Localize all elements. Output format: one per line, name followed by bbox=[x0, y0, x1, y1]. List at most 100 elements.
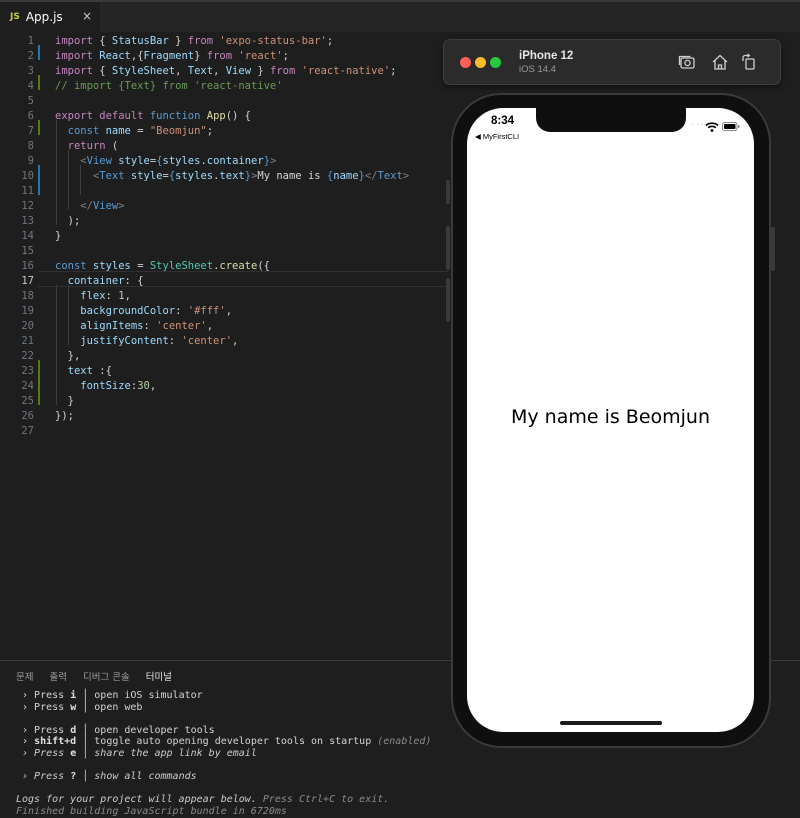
code-token: , bbox=[149, 380, 157, 392]
code-token: '#fff' bbox=[187, 305, 226, 317]
terminal-token: │ show all commands bbox=[76, 771, 197, 783]
code-token: import bbox=[55, 35, 93, 47]
line-number: 17 bbox=[21, 275, 34, 287]
code-token: const bbox=[55, 260, 87, 272]
zoom-window-button[interactable] bbox=[490, 57, 501, 68]
terminal-token: │ toggle auto opening developer tools on… bbox=[76, 736, 378, 748]
terminal-token: › Press bbox=[16, 701, 71, 713]
code-token: View bbox=[86, 155, 112, 167]
terminal-line: Logs for your project will appear below.… bbox=[16, 794, 800, 806]
tab-output[interactable]: 출력 bbox=[49, 669, 66, 683]
code-token: name bbox=[99, 125, 131, 137]
panel-tabs: 문제 출력 디버그 콘솔 터미널 bbox=[16, 669, 172, 683]
line-number: 27 bbox=[21, 425, 34, 437]
line-number: 16 bbox=[21, 260, 34, 272]
line-number: 13 bbox=[21, 215, 34, 227]
close-window-button[interactable] bbox=[460, 57, 471, 68]
code-token: { bbox=[92, 35, 112, 47]
tab-problems[interactable]: 문제 bbox=[16, 669, 33, 683]
code-token: from bbox=[206, 50, 233, 62]
code-token: } bbox=[55, 230, 62, 242]
wifi-icon bbox=[705, 122, 719, 132]
minimize-window-button[interactable] bbox=[475, 57, 486, 68]
code-token: name bbox=[333, 170, 359, 182]
editor-tab-bar: JS App.js × bbox=[0, 2, 800, 32]
code-token: text bbox=[55, 365, 93, 377]
tab-terminal[interactable]: 터미널 bbox=[146, 669, 172, 683]
code-token: default bbox=[92, 110, 144, 122]
code-token: { bbox=[92, 65, 112, 77]
code-token: 'center' bbox=[156, 320, 207, 332]
power-button bbox=[771, 227, 775, 271]
line-number: 3 bbox=[27, 65, 34, 77]
code-token: ( bbox=[105, 140, 119, 152]
code-text: fontSize:30, bbox=[55, 379, 156, 394]
line-number: 22 bbox=[21, 350, 34, 362]
code-token: :{ bbox=[92, 365, 112, 377]
code-token: text bbox=[219, 170, 245, 182]
tab-app-js[interactable]: JS App.js × bbox=[0, 2, 100, 32]
code-token: View bbox=[92, 200, 119, 212]
code-token: > bbox=[270, 155, 277, 167]
terminal-token: │ open iOS simulator bbox=[76, 690, 203, 701]
terminal-token: Finished building JavaScript bundle in 6… bbox=[16, 806, 287, 817]
home-icon[interactable] bbox=[711, 53, 729, 71]
line-number: 26 bbox=[21, 410, 34, 422]
close-icon[interactable]: × bbox=[82, 9, 92, 23]
code-text: import { StyleSheet, Text, View } from '… bbox=[55, 64, 396, 79]
code-token: App bbox=[200, 110, 226, 122]
line-number: 14 bbox=[21, 230, 34, 242]
back-to-app-link[interactable]: ◀ MyFirstCLI bbox=[475, 132, 519, 141]
code-text: backgroundColor: '#fff', bbox=[55, 304, 232, 319]
code-token: = bbox=[130, 125, 150, 137]
code-token: 30 bbox=[137, 380, 150, 392]
line-number: 9 bbox=[27, 155, 34, 167]
code-token: = bbox=[130, 260, 150, 272]
code-token: , bbox=[225, 305, 233, 317]
line-number: 21 bbox=[21, 335, 34, 347]
code-token: Text bbox=[99, 170, 125, 182]
code-text: justifyContent: 'center', bbox=[55, 334, 238, 349]
code-token: "Beomjun" bbox=[149, 125, 207, 137]
line-number: 1 bbox=[27, 35, 34, 47]
volume-down-button bbox=[446, 278, 450, 322]
code-token: : { bbox=[124, 275, 144, 287]
home-indicator[interactable] bbox=[560, 721, 662, 725]
screenshot-icon[interactable] bbox=[678, 53, 696, 71]
code-token: : bbox=[143, 320, 157, 332]
silent-switch bbox=[446, 180, 450, 204]
code-token: style bbox=[111, 155, 150, 167]
code-token: ,{ bbox=[130, 50, 144, 62]
code-text: </View> bbox=[55, 199, 124, 214]
code-token: from bbox=[270, 65, 296, 77]
code-token: : bbox=[175, 305, 188, 317]
code-token: } bbox=[194, 50, 207, 62]
terminal-token: › Press bbox=[16, 690, 71, 701]
tab-debug-console[interactable]: 디버그 콘솔 bbox=[83, 669, 130, 683]
code-text: // import {Text} from 'react-native' bbox=[55, 79, 283, 94]
app-text: My name is Beomjun bbox=[510, 406, 711, 428]
tab-label: App.js bbox=[25, 10, 63, 24]
code-text: alignItems: 'center', bbox=[55, 319, 213, 334]
code-token: : bbox=[168, 335, 182, 347]
terminal-token: › Press bbox=[16, 724, 71, 736]
code-token: styles bbox=[175, 170, 214, 182]
rotate-icon[interactable] bbox=[740, 53, 758, 71]
device-screen[interactable]: 8:34 ◀ MyFirstCLI .... My name is Beomju… bbox=[467, 108, 754, 732]
code-token: const bbox=[67, 125, 100, 137]
code-token: from bbox=[187, 35, 214, 47]
code-text: import React,{Fragment} from 'react'; bbox=[55, 49, 289, 64]
code-token: create bbox=[219, 260, 258, 272]
code-text: text :{ bbox=[55, 364, 112, 379]
code-token: , bbox=[232, 335, 239, 347]
code-text: <Text style={styles.text}>My name is {na… bbox=[55, 169, 409, 184]
line-number: 2 bbox=[27, 50, 34, 62]
code-token: </ bbox=[364, 170, 378, 182]
code-token: StyleSheet bbox=[111, 65, 176, 77]
code-token: return bbox=[67, 140, 106, 152]
os-version: iOS 14.4 bbox=[519, 64, 556, 75]
